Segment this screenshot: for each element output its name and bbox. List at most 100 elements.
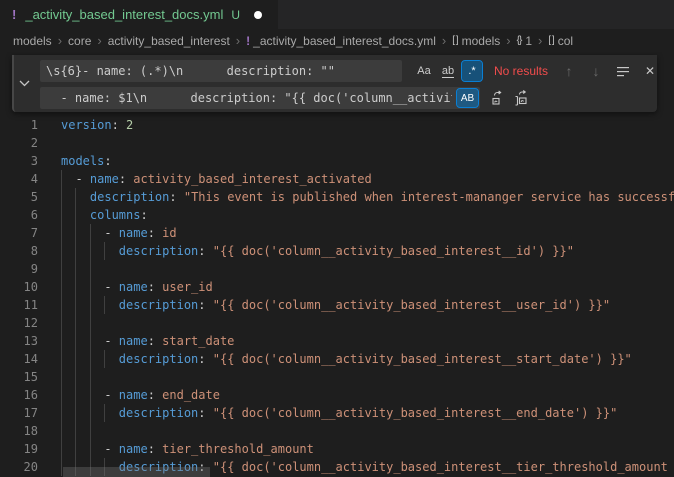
indent-guide bbox=[61, 314, 62, 332]
horizontal-scrollbar[interactable] bbox=[63, 467, 210, 477]
indent-guide bbox=[61, 422, 62, 440]
line-number: 13 bbox=[0, 332, 38, 350]
indent-guide bbox=[61, 350, 62, 368]
breadcrumb-item-core[interactable]: core bbox=[68, 34, 91, 48]
git-status-badge: U bbox=[231, 8, 240, 22]
yaml-icon: ! bbox=[246, 34, 249, 48]
indent-guide bbox=[61, 332, 62, 350]
indent-guide bbox=[75, 368, 76, 386]
breadcrumb-label: models bbox=[13, 34, 52, 48]
code-line[interactable]: 6 columns: bbox=[0, 206, 674, 224]
code-line[interactable]: 17 description: "{{ doc('column__activit… bbox=[0, 404, 674, 422]
breadcrumb-item-_activity_based_interest_docs.yml[interactable]: !_activity_based_interest_docs.yml bbox=[246, 34, 436, 48]
indent-guide bbox=[104, 350, 105, 368]
breadcrumb-separator-icon: › bbox=[442, 34, 446, 47]
code-text: description: "{{ doc('column__activity_b… bbox=[61, 242, 674, 260]
breadcrumb-item-models[interactable]: [ ]models bbox=[452, 34, 500, 48]
modified-dot-icon[interactable] bbox=[254, 11, 262, 19]
symbol-array-icon: [ ] bbox=[452, 35, 457, 46]
code-text: description: "{{ doc('column__activity_b… bbox=[61, 296, 674, 314]
code-line[interactable]: 1version: 2 bbox=[0, 116, 674, 134]
indent-guide bbox=[75, 332, 76, 350]
breadcrumb-item-models[interactable]: models bbox=[13, 34, 52, 48]
breadcrumb-separator-icon: › bbox=[506, 34, 510, 47]
replace-input[interactable] bbox=[40, 87, 480, 109]
breadcrumb-item-1[interactable]: {}1 bbox=[517, 34, 532, 48]
toggle-replace-button[interactable] bbox=[14, 55, 34, 112]
code-text: version: 2 bbox=[61, 116, 674, 134]
line-number: 19 bbox=[0, 440, 38, 458]
find-in-selection-button[interactable] bbox=[613, 61, 633, 81]
indent-guide bbox=[90, 224, 91, 242]
indent-guide bbox=[90, 278, 91, 296]
breadcrumb-separator-icon: › bbox=[97, 34, 101, 47]
line-number: 11 bbox=[0, 296, 38, 314]
line-number: 17 bbox=[0, 404, 38, 422]
indent-guide bbox=[90, 314, 91, 332]
code-editor[interactable]: Aa ab .* No results ↑ ↓ ✕ AB bbox=[0, 52, 674, 477]
previous-match-button[interactable]: ↑ bbox=[559, 61, 579, 81]
code-line[interactable]: 15 bbox=[0, 368, 674, 386]
line-number: 15 bbox=[0, 368, 38, 386]
replace-all-button[interactable] bbox=[512, 88, 532, 108]
indent-guide bbox=[75, 242, 76, 260]
code-line[interactable]: 9 bbox=[0, 260, 674, 278]
line-number: 14 bbox=[0, 350, 38, 368]
breadcrumb-item-activity_based_interest[interactable]: activity_based_interest bbox=[108, 34, 230, 48]
regex-button[interactable]: .* bbox=[462, 61, 482, 81]
match-case-button[interactable]: Aa bbox=[414, 61, 434, 81]
indent-guide bbox=[90, 386, 91, 404]
code-text: - name: tier_threshold_amount bbox=[61, 440, 674, 458]
code-line[interactable]: 13 - name: start_date bbox=[0, 332, 674, 350]
indent-guide bbox=[90, 368, 91, 386]
find-replace-widget: Aa ab .* No results ↑ ↓ ✕ AB bbox=[12, 55, 657, 112]
code-line[interactable]: 4 - name: activity_based_interest_activa… bbox=[0, 170, 674, 188]
code-text: - name: start_date bbox=[61, 332, 674, 350]
preserve-case-button[interactable]: AB bbox=[457, 89, 478, 107]
code-line[interactable]: 14 description: "{{ doc('column__activit… bbox=[0, 350, 674, 368]
code-line[interactable]: 5 description: "This event is published … bbox=[0, 188, 674, 206]
indent-guide bbox=[61, 206, 62, 224]
breadcrumb-separator-icon: › bbox=[236, 34, 240, 47]
code-text: columns: bbox=[61, 206, 674, 224]
close-find-widget-button[interactable]: ✕ bbox=[640, 61, 660, 81]
indent-guide bbox=[75, 224, 76, 242]
code-line[interactable]: 3models: bbox=[0, 152, 674, 170]
code-line[interactable]: 18 bbox=[0, 422, 674, 440]
line-number: 18 bbox=[0, 422, 38, 440]
indent-guide bbox=[61, 458, 62, 476]
find-in-selection-icon bbox=[616, 64, 630, 78]
line-number: 16 bbox=[0, 386, 38, 404]
replace-button[interactable] bbox=[488, 88, 508, 108]
code-line[interactable]: 7 - name: id bbox=[0, 224, 674, 242]
tab-active-file[interactable]: ! _activity_based_interest_docs.yml U bbox=[0, 0, 278, 29]
indent-guide bbox=[104, 242, 105, 260]
indent-guide bbox=[75, 440, 76, 458]
line-number: 5 bbox=[0, 188, 38, 206]
indent-guide bbox=[90, 242, 91, 260]
indent-guide bbox=[61, 260, 62, 278]
indent-guide bbox=[75, 206, 76, 224]
line-number: 9 bbox=[0, 260, 38, 278]
whole-word-button[interactable]: ab bbox=[438, 61, 458, 81]
chevron-down-icon bbox=[19, 80, 30, 87]
indent-guide bbox=[75, 350, 76, 368]
indent-guide bbox=[90, 422, 91, 440]
code-line[interactable]: 8 description: "{{ doc('column__activity… bbox=[0, 242, 674, 260]
code-text: description: "{{ doc('column__activity_b… bbox=[61, 350, 674, 368]
breadcrumb-item-col[interactable]: [ ]col bbox=[548, 34, 573, 48]
code-line[interactable]: 11 description: "{{ doc('column__activit… bbox=[0, 296, 674, 314]
indent-guide bbox=[75, 296, 76, 314]
code-lines: 1version: 223models:4 - name: activity_b… bbox=[0, 116, 674, 476]
code-line[interactable]: 12 bbox=[0, 314, 674, 332]
next-match-button[interactable]: ↓ bbox=[586, 61, 606, 81]
indent-guide bbox=[61, 296, 62, 314]
find-input[interactable] bbox=[40, 60, 402, 82]
code-line[interactable]: 19 - name: tier_threshold_amount bbox=[0, 440, 674, 458]
breadcrumb-separator-icon: › bbox=[538, 34, 542, 47]
indent-guide bbox=[61, 386, 62, 404]
code-line[interactable]: 16 - name: end_date bbox=[0, 386, 674, 404]
code-line[interactable]: 10 - name: user_id bbox=[0, 278, 674, 296]
code-line[interactable]: 2 bbox=[0, 134, 674, 152]
line-number: 10 bbox=[0, 278, 38, 296]
